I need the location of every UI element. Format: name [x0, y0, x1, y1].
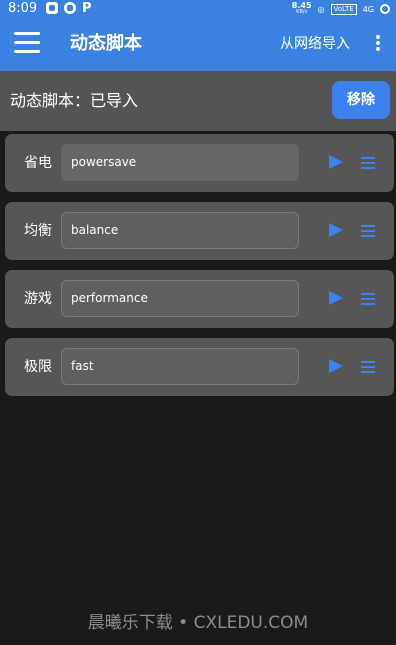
- play-icon[interactable]: [329, 223, 343, 237]
- script-status-bar: 动态脚本：已导入 移除: [0, 71, 396, 131]
- import-from-network-button[interactable]: 从网络导入: [280, 35, 350, 53]
- script-status-label: 动态脚本：已导入: [10, 91, 139, 110]
- play-icon[interactable]: [329, 359, 343, 373]
- watermark: 晨曦乐下载 • CXLEDU.COM: [87, 613, 309, 633]
- status-notification-icons: P: [46, 2, 92, 15]
- status-time: 8:09: [8, 1, 38, 16]
- menu-icon[interactable]: [14, 32, 40, 56]
- mode-label: 省电: [24, 155, 52, 171]
- more-options-icon[interactable]: [374, 35, 382, 55]
- drag-handle-icon[interactable]: [361, 157, 375, 169]
- mode-card-balance: 均衡 balance: [5, 202, 394, 260]
- battery-icon: [380, 4, 390, 14]
- p-icon: P: [82, 1, 92, 16]
- mode-card-powersave: 省电 powersave: [5, 134, 394, 192]
- cloud-icon: [64, 2, 76, 14]
- status-bar: 8:09 P 8.45 KB/s ◎ VoLTE 4G: [0, 0, 396, 18]
- signal-icon: 4G: [362, 4, 374, 14]
- hotspot-icon: ◎: [317, 4, 325, 14]
- mode-script-input[interactable]: powersave: [61, 144, 299, 181]
- network-speed: 8.45 KB/s: [291, 1, 312, 16]
- app-bar: 动态脚本 从网络导入: [0, 18, 396, 71]
- drag-handle-icon[interactable]: [361, 293, 375, 305]
- status-system-icons: 8.45 KB/s ◎ VoLTE 4G: [292, 0, 390, 18]
- mode-card-performance: 游戏 performance: [5, 270, 394, 328]
- app-title: 动态脚本: [70, 33, 142, 54]
- play-icon[interactable]: [329, 155, 343, 169]
- mode-script-input[interactable]: fast: [61, 348, 299, 385]
- mode-label: 极限: [24, 359, 52, 375]
- mode-card-fast: 极限 fast: [5, 338, 394, 396]
- remove-button[interactable]: 移除: [332, 81, 390, 119]
- mode-label: 均衡: [24, 223, 52, 239]
- play-icon[interactable]: [329, 291, 343, 305]
- mode-label: 游戏: [24, 291, 52, 307]
- gallery-icon: [46, 2, 58, 14]
- drag-handle-icon[interactable]: [361, 225, 375, 237]
- mode-script-input[interactable]: balance: [61, 212, 299, 249]
- mode-script-input[interactable]: performance: [61, 280, 299, 317]
- drag-handle-icon[interactable]: [361, 361, 375, 373]
- volte-badge: VoLTE: [330, 3, 357, 15]
